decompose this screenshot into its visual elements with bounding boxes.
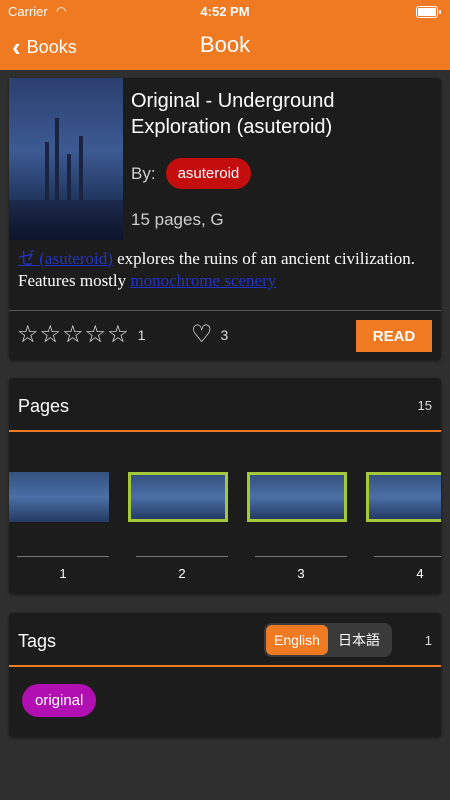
book-title: Original - Underground Exploration (asut… [131, 90, 335, 138]
page-number: 2 [178, 566, 186, 581]
thumb-divider [255, 556, 347, 557]
book-cover[interactable] [9, 78, 123, 240]
heart-icon: ♡ [191, 321, 213, 348]
page-title: Book [199, 32, 251, 57]
cover-tower [55, 118, 59, 202]
thumb-divider [17, 556, 109, 557]
star-icon[interactable]: ☆ [85, 323, 107, 347]
pages-title: Pages [18, 396, 70, 416]
page-info: 15 pages, G [131, 210, 224, 229]
tags-title: Tags [18, 631, 57, 651]
pages-count: 15 [417, 398, 432, 413]
tags-underline [9, 665, 441, 667]
by-label: By: [131, 163, 156, 183]
byline: By: asuteroid [131, 158, 252, 189]
thumb-divider [136, 556, 228, 557]
tags-count: 1 [424, 633, 432, 648]
star-icon[interactable]: ☆ [40, 323, 62, 347]
page-number: 3 [297, 566, 305, 581]
clock: 4:52 PM [200, 4, 250, 19]
segment-japanese[interactable]: 日本語 [328, 625, 390, 655]
artist-link[interactable]: ゼ (asuteroid) [18, 249, 113, 268]
star-icon[interactable]: ☆ [62, 323, 84, 347]
cover-tower [79, 136, 83, 202]
rating-stars: ☆ ☆ ☆ ☆ ☆ 1 [17, 323, 145, 347]
author-chip[interactable]: asuteroid [165, 158, 252, 189]
tags-card: Tags English 日本語 1 original [9, 613, 441, 737]
cover-tower [45, 142, 49, 202]
page-number: 1 [59, 566, 67, 581]
page-thumbnail[interactable] [9, 472, 109, 522]
pages-underline [9, 430, 441, 432]
read-button[interactable]: READ [356, 320, 432, 352]
favorite-count: 3 [220, 327, 229, 343]
favorite-button[interactable]: ♡ 3 [191, 323, 228, 347]
category-link[interactable]: monochrome scenery [130, 271, 276, 290]
divider [9, 310, 441, 311]
star-icon[interactable]: ☆ [107, 323, 129, 347]
page-thumbnail[interactable] [366, 472, 441, 522]
page-thumbnail[interactable] [247, 472, 347, 522]
rating-count: 1 [137, 327, 146, 343]
cover-ground [9, 200, 123, 240]
navigation-bar: ‹ Books Book [0, 24, 450, 70]
star-icon[interactable]: ☆ [17, 323, 39, 347]
cover-tower [67, 154, 71, 202]
segment-english[interactable]: English [266, 625, 328, 655]
pages-card: Pages 15 1 2 3 4 [9, 378, 441, 594]
status-bar: Carrier ◠ 4:52 PM [0, 0, 450, 24]
page-number: 4 [416, 566, 424, 581]
language-segmented-control: English 日本語 [264, 623, 392, 657]
page-thumbnail[interactable] [128, 472, 228, 522]
tag-chip[interactable]: original [22, 684, 97, 717]
battery-icon [416, 6, 441, 18]
book-card: Original - Underground Exploration (asut… [9, 78, 441, 360]
book-description: ゼ (asuteroid) explores the ruins of an a… [18, 248, 430, 292]
thumb-divider [374, 556, 441, 557]
